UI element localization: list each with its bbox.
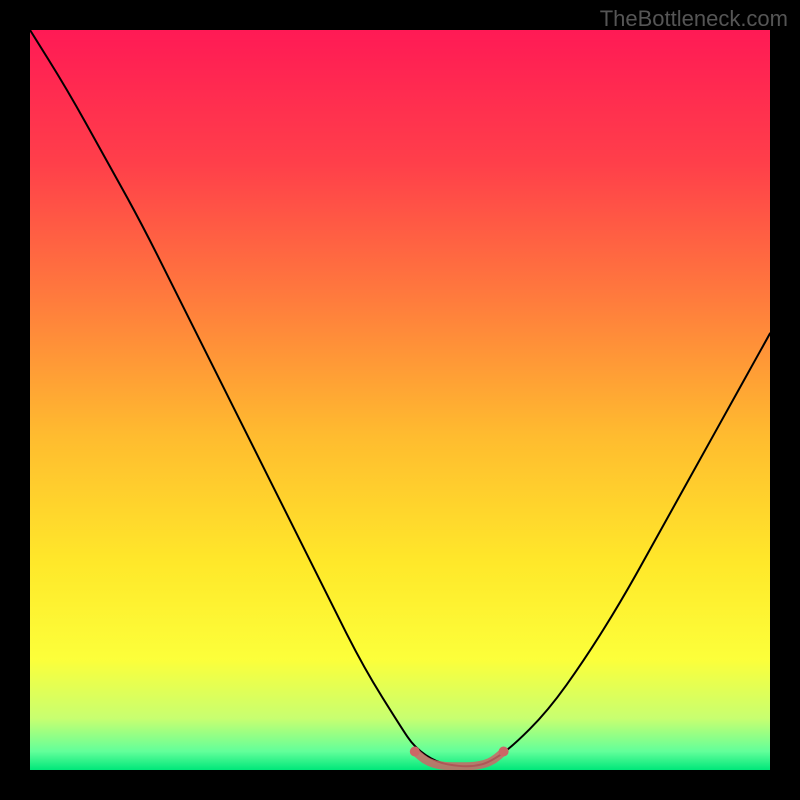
bottleneck-chart bbox=[30, 30, 770, 770]
plateau-end-dot bbox=[499, 747, 509, 757]
chart-background bbox=[30, 30, 770, 770]
watermark-text: TheBottleneck.com bbox=[600, 6, 788, 32]
plateau-end-dot bbox=[410, 747, 420, 757]
chart-svg bbox=[30, 30, 770, 770]
